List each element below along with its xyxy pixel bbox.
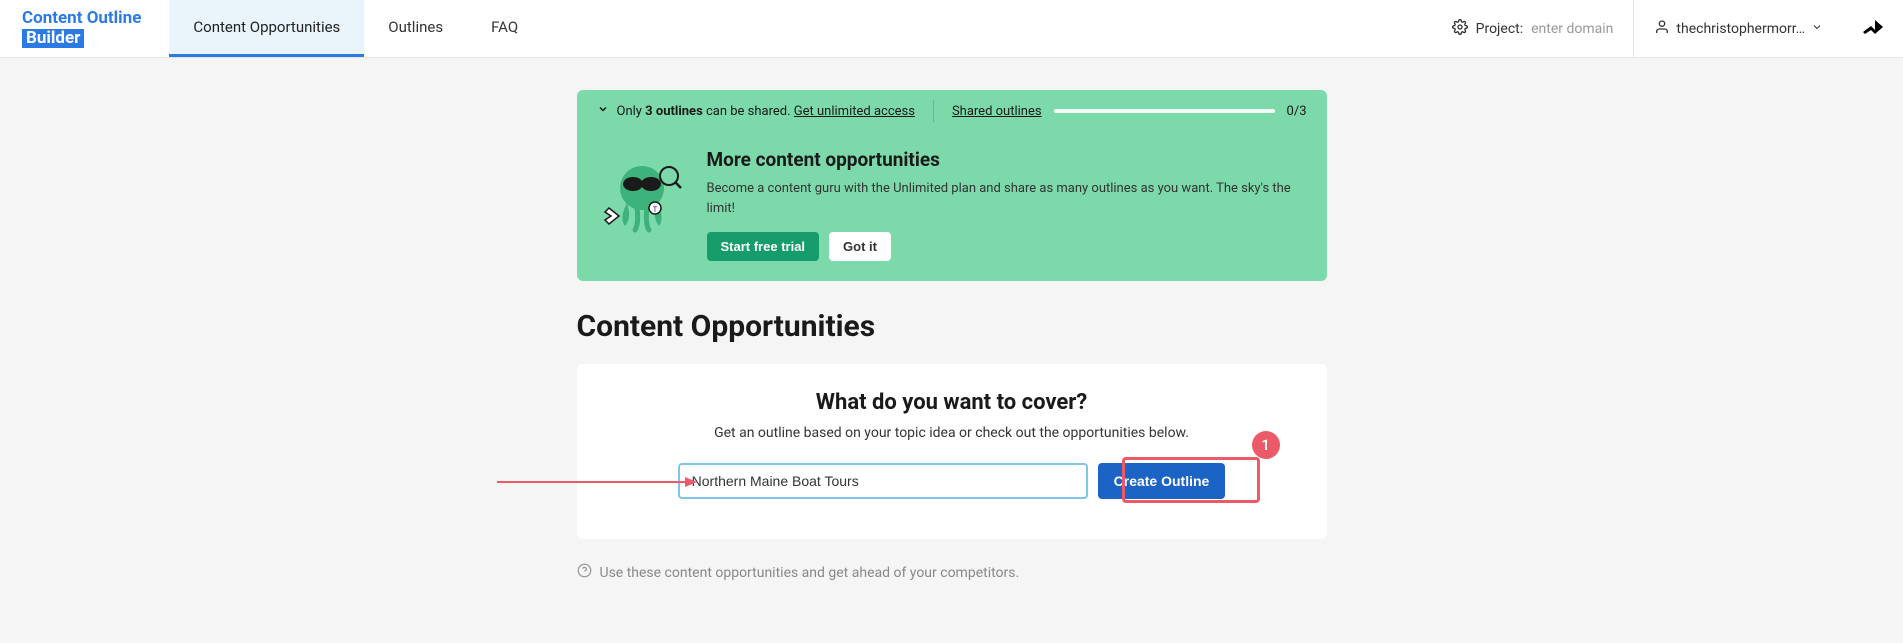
banner-top-bar: Only 3 outlines can be shared. Get unlim… — [577, 90, 1327, 132]
footer-hint-text: Use these content opportunities and get … — [600, 565, 1020, 581]
tab-content-opportunities[interactable]: Content Opportunities — [169, 0, 364, 57]
banner-limit-message: Only 3 outlines can be shared. Get unlim… — [617, 104, 915, 119]
project-domain: enter domain — [1531, 21, 1613, 37]
gear-icon — [1452, 19, 1468, 39]
shared-progress-bar — [1054, 109, 1275, 113]
banner-description: Become a content guru with the Unlimited… — [707, 179, 1307, 218]
tab-outlines[interactable]: Outlines — [364, 0, 467, 57]
banner-content: T More content opportunities Become a co… — [577, 132, 1327, 281]
tab-faq[interactable]: FAQ — [467, 0, 542, 57]
project-selector[interactable]: Project: enter domain — [1432, 0, 1635, 57]
topic-input-card: What do you want to cover? Get an outlin… — [577, 364, 1327, 539]
promo-banner: Only 3 outlines can be shared. Get unlim… — [577, 90, 1327, 281]
input-card-description: Get an outline based on your topic idea … — [607, 425, 1297, 441]
shared-count: 0/3 — [1287, 104, 1307, 119]
got-it-button[interactable]: Got it — [829, 232, 891, 261]
help-icon — [577, 563, 592, 582]
banner-title: More content opportunities — [707, 148, 1307, 171]
tab-label: FAQ — [491, 18, 518, 36]
nav-tabs: Content Opportunities Outlines FAQ — [169, 0, 542, 57]
header-right: Project: enter domain thechristophermorr… — [1432, 0, 1903, 57]
start-trial-button[interactable]: Start free trial — [707, 232, 820, 261]
topic-input[interactable] — [678, 463, 1088, 499]
divider — [933, 100, 934, 122]
input-row: Create Outline 1 — [607, 463, 1297, 499]
banner-illustration: T — [597, 148, 687, 238]
footer-hint: Use these content opportunities and get … — [577, 563, 1327, 582]
user-menu[interactable]: thechristophermorr… — [1634, 19, 1843, 39]
app-header: Content Outline Builder Content Opportun… — [0, 0, 1903, 58]
unlimited-access-link[interactable]: Get unlimited access — [794, 104, 915, 119]
user-icon — [1654, 19, 1670, 39]
main-content: Only 3 outlines can be shared. Get unlim… — [0, 58, 1903, 582]
input-card-title: What do you want to cover? — [607, 390, 1297, 415]
logo-line2: Builder — [22, 29, 84, 49]
chevron-down-icon[interactable] — [597, 103, 609, 119]
tab-label: Outlines — [388, 18, 443, 36]
banner-text: More content opportunities Become a cont… — [707, 148, 1307, 261]
shared-outlines-label[interactable]: Shared outlines — [952, 104, 1042, 119]
tab-label: Content Opportunities — [193, 18, 340, 36]
create-outline-button[interactable]: Create Outline — [1098, 463, 1226, 499]
banner-limit-text: Only 3 outlines can be shared. Get unlim… — [597, 103, 915, 119]
logo[interactable]: Content Outline Builder — [0, 9, 169, 48]
content-container: Only 3 outlines can be shared. Get unlim… — [577, 90, 1327, 582]
page-title: Content Opportunities — [577, 309, 1327, 344]
project-label: Project: — [1476, 21, 1524, 37]
user-name: thechristophermorr… — [1676, 21, 1805, 37]
logo-line1: Content Outline — [22, 9, 141, 29]
banner-buttons: Start free trial Got it — [707, 232, 1307, 261]
annotation-arrow — [497, 473, 697, 491]
brand-icon[interactable] — [1843, 19, 1903, 38]
chevron-down-icon — [1811, 21, 1823, 37]
shared-outlines-section: Shared outlines 0/3 — [952, 104, 1307, 119]
